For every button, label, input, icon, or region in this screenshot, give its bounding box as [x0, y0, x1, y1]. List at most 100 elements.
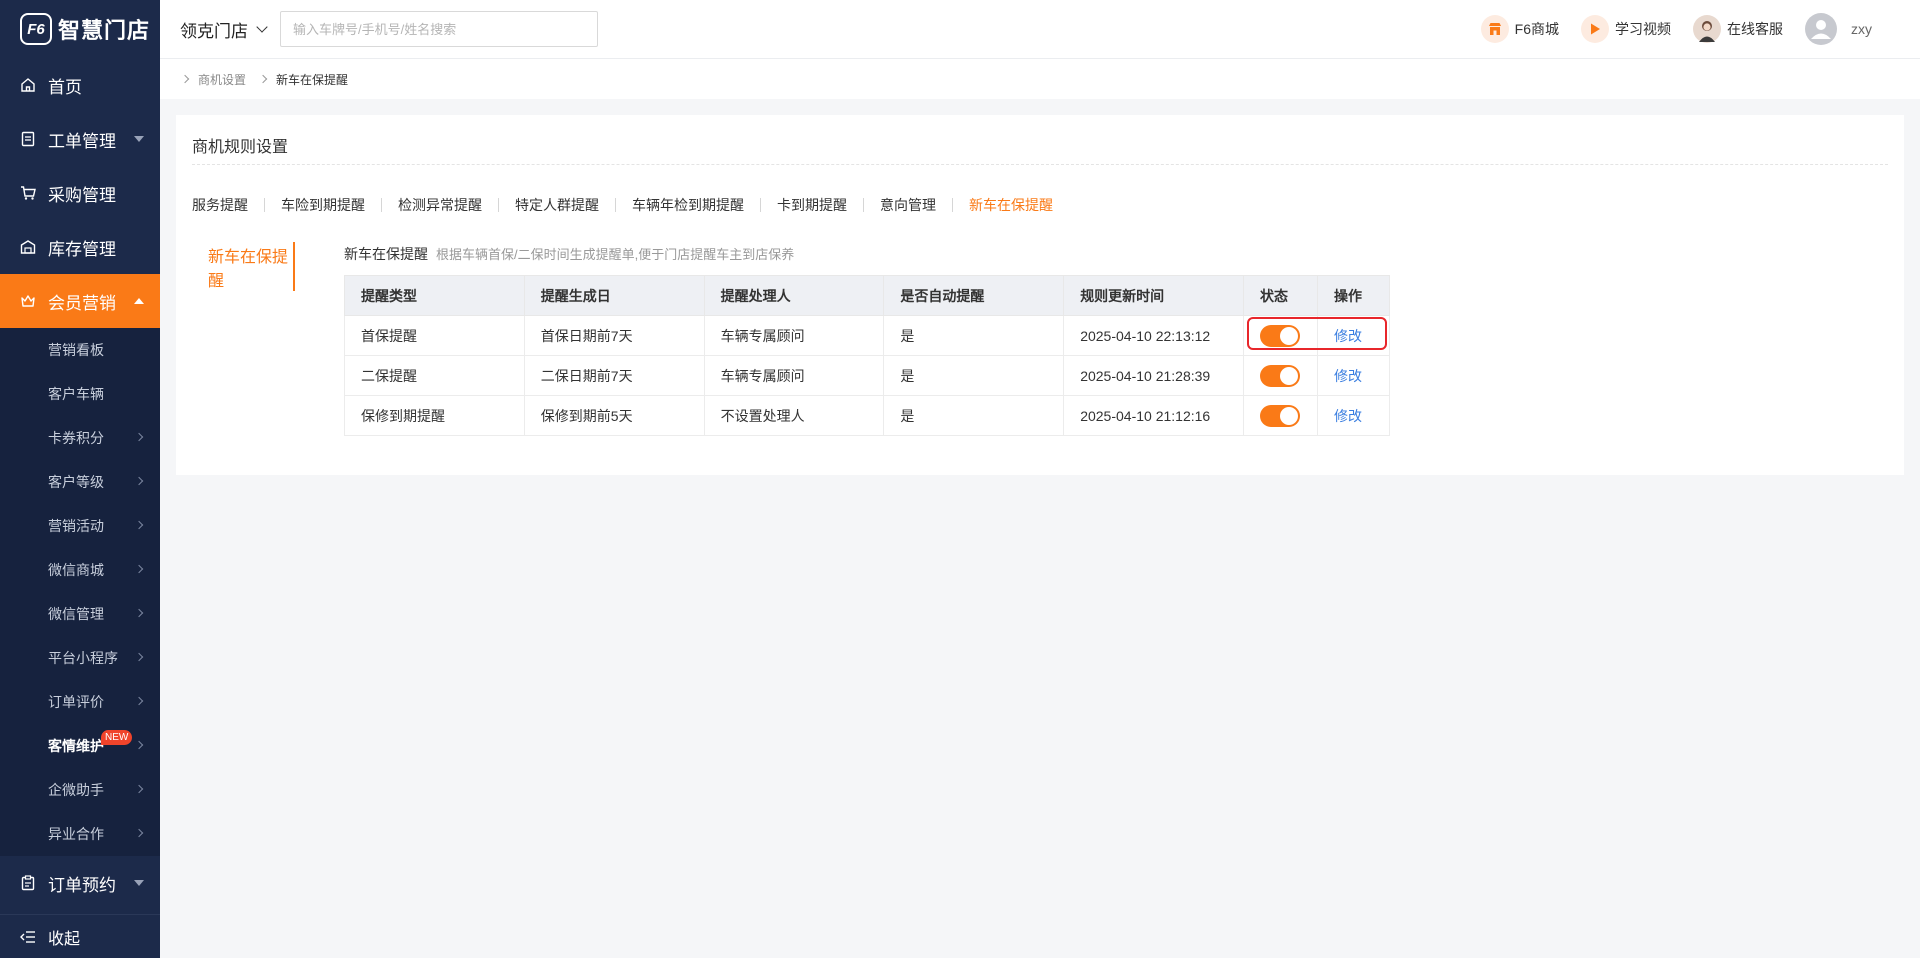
home-icon	[20, 77, 36, 93]
play-icon	[1581, 15, 1609, 43]
tab-separator	[381, 198, 382, 212]
tab-separator	[498, 198, 499, 212]
submenu-item-marketing-board[interactable]: 营销看板	[0, 328, 160, 372]
sidebar-item-label: 首页	[48, 77, 82, 97]
learning-video-link[interactable]: 学习视频	[1581, 15, 1671, 43]
submenu-member-marketing: 营销看板 客户车辆 卡券积分 客户等级 营销活动 微信商城 微信管理 平台小程序…	[0, 328, 160, 856]
submenu-label: 企微助手	[48, 782, 104, 798]
chevron-right-icon	[180, 74, 190, 84]
cell-type: 二保提醒	[344, 355, 525, 396]
tab-new-car-warranty[interactable]: 新车在保提醒	[969, 195, 1053, 215]
logo-icon: F6	[20, 13, 52, 45]
sidebar-item-label: 会员营销	[48, 293, 116, 313]
cell-gen-day: 二保日期前7天	[523, 355, 705, 396]
sidebar-item-home[interactable]: 首页	[0, 58, 160, 112]
column-header: 规则更新时间	[1063, 275, 1245, 316]
chevron-right-icon	[134, 652, 144, 662]
submenu-item-wechat-admin[interactable]: 微信管理	[0, 592, 160, 636]
sidebar-item-label: 工单管理	[48, 131, 116, 151]
page-title: 商机规则设置	[192, 139, 289, 156]
tab-specific-group[interactable]: 特定人群提醒	[515, 195, 599, 215]
edit-link[interactable]: 修改	[1334, 408, 1362, 424]
breadcrumb-parent[interactable]: 商机设置	[198, 71, 246, 88]
submenu-label: 营销活动	[48, 518, 104, 534]
sidebar-item-work-orders[interactable]: 工单管理	[0, 112, 160, 166]
store-selector[interactable]: 领克门店	[180, 17, 268, 42]
cell-status	[1243, 355, 1318, 396]
chevron-down-icon	[256, 21, 268, 33]
tab-separator	[760, 198, 761, 212]
edit-link[interactable]: 修改	[1334, 328, 1362, 344]
shop-icon	[1480, 15, 1509, 43]
cell-action: 修改	[1317, 315, 1390, 356]
chevron-right-icon	[134, 432, 144, 442]
cell-action: 修改	[1317, 395, 1390, 436]
sidebar-item-inventory[interactable]: 库存管理	[0, 220, 160, 274]
chevron-down-icon	[134, 136, 144, 142]
username: zxy	[1851, 21, 1872, 37]
status-toggle[interactable]	[1260, 324, 1301, 347]
submenu-item-wecom-assistant[interactable]: 企微助手	[0, 768, 160, 812]
column-header: 是否自动提醒	[883, 275, 1065, 316]
status-toggle[interactable]	[1260, 364, 1301, 387]
collapse-sidebar-button[interactable]: 收起	[0, 914, 160, 958]
tab-annual-inspection[interactable]: 车辆年检到期提醒	[632, 195, 744, 215]
collapse-label: 收起	[48, 930, 81, 948]
customer-service-avatar-icon	[1693, 15, 1721, 43]
chevron-right-icon	[134, 608, 144, 618]
submenu-item-wechat-mall[interactable]: 微信商城	[0, 548, 160, 592]
chevron-right-icon	[134, 520, 144, 530]
submenu-item-cross-industry[interactable]: 异业合作	[0, 812, 160, 856]
cell-status	[1243, 395, 1318, 436]
tab-card-expiry[interactable]: 卡到期提醒	[777, 195, 847, 215]
submenu-item-customer-care[interactable]: 客情维护 NEW	[0, 724, 160, 768]
f6-mall-label: F6商城	[1514, 21, 1559, 37]
submenu-item-order-reviews[interactable]: 订单评价	[0, 680, 160, 724]
submenu-item-customer-vehicles[interactable]: 客户车辆	[0, 372, 160, 416]
submenu-item-mini-program[interactable]: 平台小程序	[0, 636, 160, 680]
chevron-up-icon	[134, 298, 144, 304]
tab-inspection-abnormal[interactable]: 检测异常提醒	[398, 195, 482, 215]
chevron-right-icon	[134, 740, 144, 750]
toggle-knob	[1280, 366, 1299, 385]
status-toggle[interactable]	[1260, 404, 1301, 427]
sidebar-item-order-booking[interactable]: 订单预约	[0, 856, 160, 910]
table-row: 二保提醒 二保日期前7天 车辆专属顾问 是 2025-04-10 21:28:3…	[344, 355, 1390, 396]
f6-mall-link[interactable]: F6商城	[1480, 15, 1559, 43]
tab-service-reminder[interactable]: 服务提醒	[192, 195, 248, 215]
submenu-item-customer-level[interactable]: 客户等级	[0, 460, 160, 504]
cell-handler: 车辆专属顾问	[703, 355, 885, 396]
rules-table: 提醒类型 提醒生成日 提醒处理人 是否自动提醒 规则更新时间 状态 操作 首保提…	[344, 275, 1390, 436]
side-nav-new-car-warranty[interactable]: 新车在保提醒	[192, 242, 295, 291]
column-header: 提醒类型	[344, 275, 525, 316]
tab-insurance-expiry[interactable]: 车险到期提醒	[281, 195, 365, 215]
tab-intent-management[interactable]: 意向管理	[880, 195, 936, 215]
rules-card: 商机规则设置 服务提醒 车险到期提醒 检测异常提醒 特定人群提醒 车辆年检到期提…	[176, 115, 1904, 475]
submenu-item-campaigns[interactable]: 营销活动	[0, 504, 160, 548]
document-icon	[20, 131, 36, 147]
user-menu[interactable]: zxy	[1805, 13, 1872, 45]
top-bar: 领克门店 F6商城 学习视频 在线客服 zxy	[160, 0, 1920, 59]
edit-link[interactable]: 修改	[1334, 368, 1362, 384]
logo[interactable]: F6 智慧门店	[0, 0, 160, 58]
tab-separator	[863, 198, 864, 212]
submenu-item-coupons-points[interactable]: 卡券积分	[0, 416, 160, 460]
table-header-row: 提醒类型 提醒生成日 提醒处理人 是否自动提醒 规则更新时间 状态 操作	[344, 275, 1390, 316]
search-input[interactable]	[280, 11, 598, 47]
cell-updated: 2025-04-10 21:28:39	[1063, 355, 1245, 396]
column-header: 操作	[1317, 275, 1390, 316]
table-row: 保修到期提醒 保修到期前5天 不设置处理人 是 2025-04-10 21:12…	[344, 395, 1390, 436]
submenu-label: 平台小程序	[48, 650, 118, 666]
sidebar-item-member-marketing[interactable]: 会员营销	[0, 274, 160, 328]
chevron-down-icon	[134, 880, 144, 886]
submenu-label: 客户等级	[48, 474, 104, 490]
cell-gen-day: 首保日期前7天	[523, 315, 705, 356]
tab-separator	[952, 198, 953, 212]
section-header: 新车在保提醒 根据车辆首保/二保时间生成提醒单,便于门店提醒车主到店保养	[344, 244, 794, 264]
cell-auto: 是	[883, 315, 1065, 356]
cell-updated: 2025-04-10 22:13:12	[1063, 315, 1245, 356]
warehouse-icon	[20, 239, 36, 255]
online-service-link[interactable]: 在线客服	[1693, 15, 1783, 43]
submenu-label: 营销看板	[48, 342, 104, 358]
sidebar-item-purchase[interactable]: 采购管理	[0, 166, 160, 220]
